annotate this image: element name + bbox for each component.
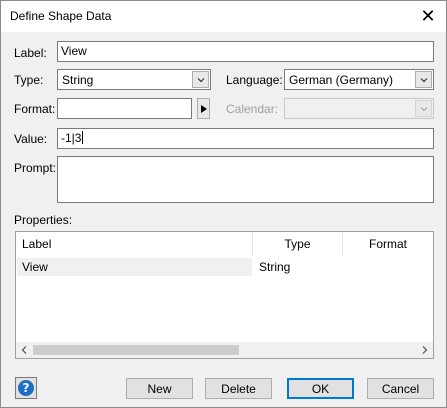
text-cursor (82, 131, 84, 144)
type-caption: Type: (14, 73, 44, 87)
type-dropdown[interactable]: String (57, 69, 211, 90)
ok-button-label: OK (311, 381, 330, 396)
chevron-down-icon (415, 100, 432, 117)
format-picker-button[interactable] (197, 98, 210, 119)
row-type-text: String (259, 260, 291, 274)
calendar-caption: Calendar: (226, 102, 279, 116)
table-row[interactable]: View String (16, 258, 433, 278)
close-icon: ✕ (420, 6, 436, 26)
new-button[interactable]: New (126, 378, 193, 399)
row-cell-label: View (17, 258, 252, 276)
scrollbar-thumb[interactable] (33, 345, 239, 355)
define-shape-data-dialog: Define Shape Data ✕ Label: View Type: St… (0, 0, 447, 408)
cancel-button[interactable]: Cancel (367, 378, 434, 399)
format-caption: Format: (14, 102, 56, 116)
prompt-caption: Prompt: (14, 161, 57, 175)
ok-button[interactable]: OK (287, 378, 354, 399)
properties-list[interactable]: Label Type Format View String (15, 231, 434, 359)
column-header-format-text: Format (368, 237, 407, 251)
value-input-value: -1|3 (61, 131, 82, 145)
language-caption: Language: (226, 73, 283, 87)
close-button[interactable]: ✕ (410, 1, 446, 32)
delete-button-label: Delete (221, 381, 256, 396)
label-input[interactable]: View (57, 41, 434, 62)
help-button[interactable]: ? (15, 377, 37, 399)
column-header-label[interactable]: Label (16, 232, 253, 256)
value-input[interactable]: -1|3 (57, 128, 434, 149)
chevron-right-icon[interactable] (417, 342, 433, 358)
column-header-type[interactable]: Type (253, 232, 343, 256)
prompt-textarea[interactable] (57, 156, 434, 203)
calendar-dropdown (284, 98, 434, 119)
language-dropdown-value: German (Germany) (289, 73, 394, 87)
new-button-label: New (147, 381, 172, 396)
row-cell-format (349, 258, 433, 276)
window-title: Define Shape Data (10, 9, 112, 23)
column-header-label-text: Label (22, 237, 52, 251)
help-icon: ? (18, 380, 34, 396)
chevron-down-icon[interactable] (192, 71, 209, 88)
value-caption: Value: (14, 132, 48, 146)
chevron-left-icon[interactable] (16, 342, 32, 358)
column-header-format[interactable]: Format (343, 232, 433, 256)
triangle-right-icon (200, 104, 207, 113)
label-caption: Label: (14, 46, 47, 60)
properties-list-header: Label Type Format (16, 232, 433, 256)
label-input-value: View (61, 44, 87, 58)
delete-button[interactable]: Delete (205, 378, 272, 399)
chevron-down-icon[interactable] (415, 71, 432, 88)
format-input[interactable] (57, 98, 192, 119)
cancel-button-label: Cancel (381, 381, 420, 396)
row-cell-type: String (259, 258, 349, 276)
type-dropdown-value: String (62, 73, 94, 87)
horizontal-scrollbar[interactable] (16, 342, 433, 358)
row-label-text: View (22, 260, 48, 274)
properties-caption: Properties: (14, 213, 73, 227)
column-header-type-text: Type (284, 237, 311, 251)
language-dropdown[interactable]: German (Germany) (284, 69, 434, 90)
title-bar: Define Shape Data ✕ (1, 1, 446, 32)
